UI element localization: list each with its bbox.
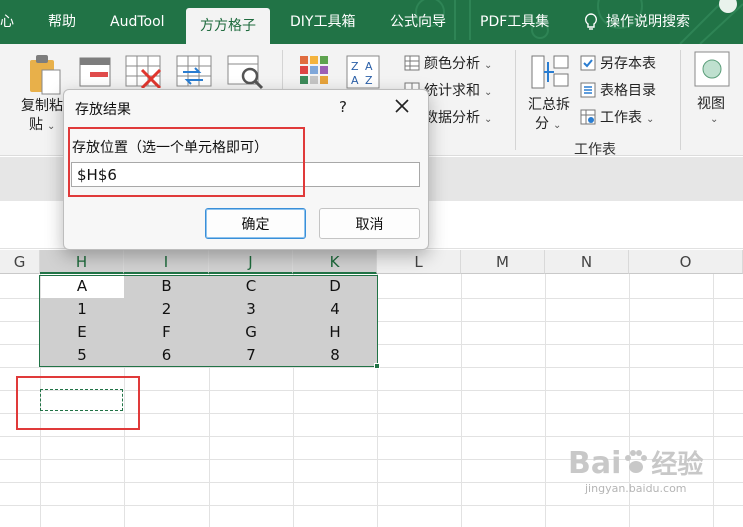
summary-split-label-2[interactable]: 分 ⌄ <box>535 113 561 133</box>
column-header-g[interactable]: G <box>0 250 40 274</box>
svg-text:A: A <box>365 60 373 73</box>
chevron-down-icon: ⌄ <box>484 60 493 71</box>
annotation-box-location-field <box>68 127 305 197</box>
column-header-l[interactable]: L <box>377 250 461 274</box>
chevron-down-icon[interactable]: ⌄ <box>706 110 718 126</box>
fill-handle[interactable] <box>374 363 380 369</box>
tab-fangfang-gezi[interactable]: 方方格子 <box>186 8 270 44</box>
tab-diy-toolbox[interactable]: DIY工具箱 <box>290 0 355 44</box>
tab-audtool[interactable]: AudTool <box>110 0 165 44</box>
column-header-i[interactable]: I <box>124 250 209 274</box>
lightbulb-icon <box>584 13 598 30</box>
sort-az-icon[interactable]: Z A A Z <box>345 54 381 90</box>
worksheet-icon <box>580 109 596 125</box>
remove-format-icon[interactable] <box>78 56 112 88</box>
column-header-h[interactable]: H <box>40 250 124 274</box>
column-header-n[interactable]: N <box>545 250 629 274</box>
summary-split-label-1[interactable]: 汇总拆 <box>528 94 570 114</box>
grid-line <box>545 274 546 527</box>
ribbon-tab-bar: 心 帮助 AudTool 方方格子 DIY工具箱 公式向导 PDF工具集 操作说… <box>0 0 743 44</box>
ok-button[interactable]: 确定 <box>205 208 306 239</box>
summary-split-icon[interactable] <box>530 52 570 92</box>
find-icon[interactable] <box>226 54 266 90</box>
grid-line <box>461 274 462 527</box>
chevron-down-icon: ⌄ <box>484 114 493 125</box>
grid-line <box>0 505 743 506</box>
grid-line <box>0 436 743 437</box>
selected-range-border <box>39 275 378 367</box>
paw-icon <box>625 450 648 473</box>
sheet-toc-button[interactable]: 表格目录 <box>580 80 656 100</box>
tab-partial[interactable]: 心 <box>0 0 14 44</box>
delete-grid-icon[interactable] <box>124 54 164 88</box>
ribbon-separator <box>515 50 516 150</box>
watermark-url: jingyan.baidu.com <box>585 482 687 495</box>
worksheet-group-label: 工作表 <box>574 142 616 158</box>
chevron-down-icon: ⌄ <box>646 114 655 125</box>
annotation-box-target-cell <box>16 376 140 430</box>
save-sheet-icon <box>580 55 596 71</box>
grid-line <box>713 274 714 527</box>
watermark-brand: Bai 经验 <box>568 446 704 481</box>
color-grid-icon[interactable] <box>298 54 330 90</box>
svg-text:A: A <box>351 74 359 87</box>
view-icon[interactable] <box>693 50 731 88</box>
worksheet-button[interactable]: 工作表 ⌄ <box>580 107 654 127</box>
paste-label-1[interactable]: 复制粘 <box>21 95 63 115</box>
column-header-m[interactable]: M <box>461 250 545 274</box>
dialog-help-button[interactable]: ? <box>339 98 347 116</box>
cancel-button[interactable]: 取消 <box>319 208 420 239</box>
column-header-j[interactable]: J <box>209 250 293 274</box>
chevron-down-icon: ⌄ <box>47 121 56 132</box>
paste-icon[interactable] <box>26 52 62 96</box>
chevron-down-icon: ⌄ <box>553 120 562 131</box>
svg-text:Z: Z <box>365 74 373 87</box>
close-icon[interactable] <box>390 94 414 118</box>
chevron-down-icon: ⌄ <box>484 87 493 98</box>
save-sheet-button[interactable]: 另存本表 <box>580 53 656 73</box>
color-analysis-button[interactable]: 颜色分析 ⌄ <box>404 53 492 73</box>
tell-me-search[interactable]: 操作说明搜索 <box>584 0 690 44</box>
tab-help[interactable]: 帮助 <box>48 0 76 44</box>
grid-line <box>0 367 743 368</box>
svg-text:Z: Z <box>351 60 359 73</box>
column-header-o[interactable]: O <box>629 250 743 274</box>
tab-pdf-tools[interactable]: PDF工具集 <box>480 0 549 44</box>
dialog-title: 存放结果 <box>75 102 131 118</box>
tell-me-label: 操作说明搜索 <box>606 14 690 30</box>
paste-label-2[interactable]: 贴 ⌄ <box>29 114 55 134</box>
toc-icon <box>580 82 596 98</box>
ribbon-separator <box>680 50 681 150</box>
swap-grid-icon[interactable] <box>175 54 215 88</box>
column-header-k[interactable]: K <box>293 250 377 274</box>
tab-formula-wizard[interactable]: 公式向导 <box>390 0 446 44</box>
table-icon <box>404 55 420 71</box>
